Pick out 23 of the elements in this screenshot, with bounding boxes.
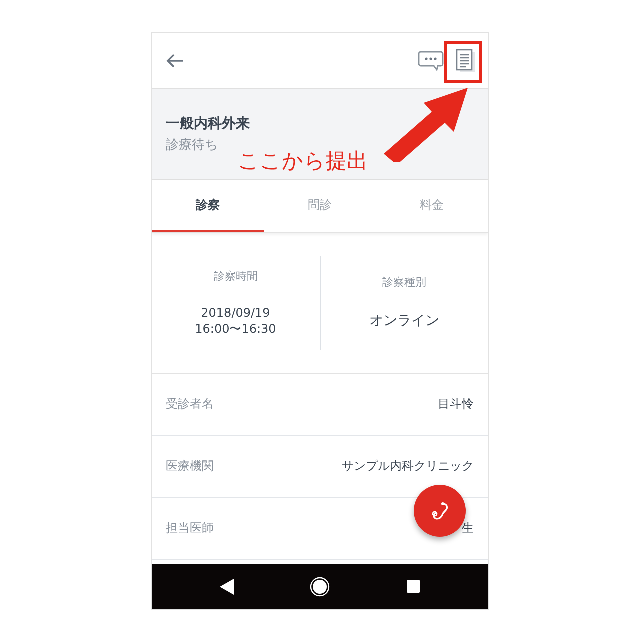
tab[interactable]: 診察 — [152, 180, 264, 232]
highlight-frame — [444, 41, 482, 83]
recents-nav-icon[interactable] — [406, 580, 420, 593]
detail-label: 担当医師 — [166, 520, 214, 537]
document-icon[interactable] — [456, 48, 476, 72]
tab[interactable]: 問診 — [264, 180, 376, 232]
callout-text: ここから提出 — [238, 148, 368, 175]
chat-icon[interactable] — [418, 50, 444, 72]
detail-label: 医療機関 — [166, 458, 214, 475]
detail-label: 受診者名 — [166, 396, 214, 413]
detail-value: 目斗怜 — [438, 396, 474, 413]
tab[interactable]: 料金 — [376, 180, 488, 232]
visit-status: 診療待ち — [166, 136, 219, 154]
back-icon[interactable] — [166, 54, 184, 68]
summary-label: 診察時間 — [214, 268, 258, 284]
back-nav-icon[interactable] — [220, 578, 234, 594]
detail-value: サンプル内科クリニック — [342, 458, 474, 475]
detail-value: 生 — [462, 520, 474, 537]
summary-value: オンライン — [369, 312, 440, 331]
summary-value: 2018/09/19 16:00〜16:30 — [195, 306, 276, 338]
home-nav-icon[interactable] — [310, 576, 330, 596]
visit-title: 一般内科外来 — [166, 114, 251, 132]
summary-label: 診察種別 — [382, 275, 426, 290]
